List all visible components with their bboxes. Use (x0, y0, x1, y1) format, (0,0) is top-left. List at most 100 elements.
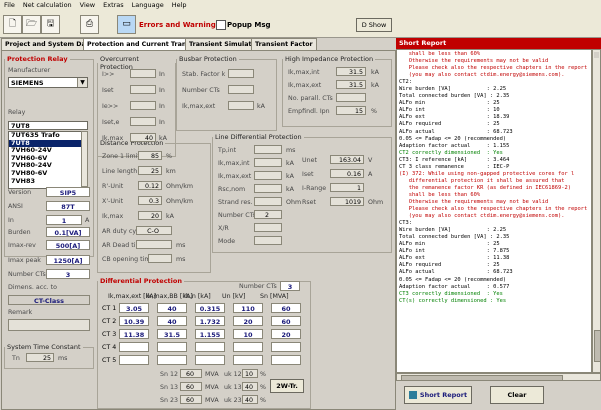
ar-duty-value[interactable]: C-O (136, 226, 172, 235)
popup-msg-checkbox[interactable] (216, 20, 226, 30)
diff-table-cell[interactable]: 10.39 (119, 316, 149, 326)
tn-value[interactable]: 25 (26, 353, 54, 362)
diff-table-cell[interactable]: 40 (157, 303, 187, 313)
diff-table-cell[interactable]: 110 (233, 303, 263, 313)
dimens-value[interactable]: CT-Class (8, 295, 90, 305)
diff-table-cell[interactable] (233, 342, 263, 352)
diff-table-cell[interactable] (119, 355, 149, 365)
uk-value[interactable]: 10 (242, 369, 258, 378)
new-file-icon[interactable]: 🗋 (3, 15, 22, 34)
version-value[interactable]: SIP5 (46, 187, 90, 197)
line-diff-right-value[interactable]: 1 (330, 183, 364, 192)
line-diff-row-value[interactable] (254, 197, 282, 206)
imax-rev-value[interactable]: 500[A] (46, 240, 90, 250)
diff-table-cell[interactable] (271, 355, 301, 365)
diff-table-cell[interactable] (195, 342, 225, 352)
scroll-up-icon[interactable] (594, 52, 599, 58)
imax-peak-value[interactable]: 1250[A] (46, 255, 90, 265)
in-value[interactable]: 1 (46, 215, 82, 225)
distance-row-value[interactable]: 85 (138, 151, 162, 160)
line-diff-row-value[interactable] (254, 145, 282, 154)
relay-field[interactable]: 7UT8 (8, 121, 88, 130)
uk-value[interactable]: 40 (242, 382, 258, 391)
burden-value[interactable]: 0.1[VA] (46, 227, 90, 237)
diff-table-cell[interactable] (119, 342, 149, 352)
diff-table-cell[interactable] (195, 355, 225, 365)
diff-table-cell[interactable]: 20 (233, 316, 263, 326)
diff-number-cts-value[interactable]: 3 (280, 281, 300, 291)
line-diff-row-value[interactable] (254, 158, 282, 167)
scroll-thumb[interactable] (594, 330, 601, 362)
line-diff-row-value[interactable] (254, 223, 282, 232)
tab-transient-factor[interactable]: Transient Factor (251, 38, 317, 50)
diff-table-cell[interactable] (271, 342, 301, 352)
menu-item[interactable]: Net calculation (19, 0, 76, 10)
cb-value[interactable] (148, 254, 172, 263)
line-diff-row-value[interactable] (254, 171, 282, 180)
distance-row-value[interactable]: 0.3 (138, 196, 162, 205)
menu-item[interactable]: Language (128, 0, 168, 10)
sn-value[interactable]: 60 (180, 382, 202, 391)
diff-table-cell[interactable] (157, 355, 187, 365)
high-impedance-row-value[interactable]: 31.5 (336, 67, 366, 76)
remark-field[interactable] (8, 319, 90, 331)
line-diff-right-value[interactable]: 0.16 (330, 169, 364, 178)
diff-table-cell[interactable]: 11.38 (119, 329, 149, 339)
manufacturer-select[interactable]: SIEMENS ▼ (8, 77, 88, 88)
calculator-icon[interactable]: ⎙ (80, 15, 99, 34)
distance-row-value[interactable]: 20 (138, 211, 162, 220)
line-diff-row-value[interactable]: 2 (254, 210, 282, 219)
short-report-text[interactable]: shall be less than 60% Otherwise the req… (396, 49, 592, 373)
report-vertical-scrollbar[interactable] (592, 49, 601, 373)
line-diff-row-value[interactable] (254, 236, 282, 245)
relay-list[interactable]: 7UT635 Trafo 7UT8 7VH60-24V 7VH60-6V 7VH80-2… (8, 131, 82, 189)
diff-table-cell[interactable]: 20 (271, 329, 301, 339)
number-cts-value[interactable]: 3 (46, 269, 90, 279)
high-impedance-row-value[interactable]: 31.5 (336, 80, 366, 89)
sn-value[interactable]: 60 (180, 395, 202, 404)
monitor-icon[interactable]: ▭ (117, 15, 136, 34)
report-horizontal-scrollbar[interactable] (396, 373, 601, 381)
two-winding-transformer-button[interactable]: 2W-Tr. (270, 379, 304, 393)
line-diff-right-value[interactable]: 163.04 (330, 155, 364, 164)
hscroll-thumb[interactable] (401, 375, 563, 381)
relay-list-item[interactable]: 7VH83 (9, 177, 81, 186)
diff-table-cell[interactable]: 60 (271, 316, 301, 326)
relay-list-scrollbar[interactable] (81, 131, 88, 187)
diff-table-cell[interactable]: 0.315 (195, 303, 225, 313)
diff-table-cell[interactable] (157, 342, 187, 352)
stab-factor-value[interactable] (228, 69, 254, 78)
chevron-down-icon[interactable]: ▼ (77, 78, 87, 87)
clear-button[interactable]: Clear (490, 386, 544, 404)
line-diff-row-value[interactable] (254, 184, 282, 193)
busbar-ikmax-value[interactable] (228, 101, 254, 110)
overcurrent-row-value[interactable] (130, 85, 156, 94)
diff-table-cell[interactable]: 1.732 (195, 316, 225, 326)
busbar-number-cts-value[interactable] (228, 85, 254, 94)
menu-item[interactable]: View (76, 0, 99, 10)
overcurrent-row-value[interactable]: 40 (130, 133, 156, 142)
uk-value[interactable]: 40 (242, 395, 258, 404)
open-file-icon[interactable]: 🗁 (22, 15, 41, 34)
high-impedance-row-value[interactable]: 15 (336, 106, 366, 115)
high-impedance-row-value[interactable] (336, 93, 366, 102)
dshow-button[interactable]: D Show (356, 18, 392, 32)
diff-table-cell[interactable] (233, 355, 263, 365)
sn-value[interactable]: 60 (180, 369, 202, 378)
diff-table-cell[interactable]: 1.155 (195, 329, 225, 339)
diff-table-cell[interactable]: 10 (233, 329, 263, 339)
overcurrent-row-value[interactable] (130, 101, 156, 110)
diff-table-cell[interactable]: 31.5 (157, 329, 187, 339)
diff-table-cell[interactable]: 60 (271, 303, 301, 313)
distance-row-value[interactable]: 25 (138, 166, 162, 175)
diff-table-cell[interactable]: 40 (157, 316, 187, 326)
distance-row-value[interactable]: 0.12 (138, 181, 162, 190)
diff-table-cell[interactable]: 3.05 (119, 303, 149, 313)
ansi-value[interactable]: 87T (46, 201, 90, 211)
save-file-icon[interactable]: 🖫 (41, 15, 60, 34)
menu-item[interactable]: Extras (99, 0, 128, 10)
overcurrent-row-value[interactable] (130, 117, 156, 126)
menu-item[interactable]: Help (168, 0, 191, 10)
short-report-button[interactable]: Short Report (404, 386, 472, 404)
ar-dead-value[interactable] (136, 240, 172, 249)
